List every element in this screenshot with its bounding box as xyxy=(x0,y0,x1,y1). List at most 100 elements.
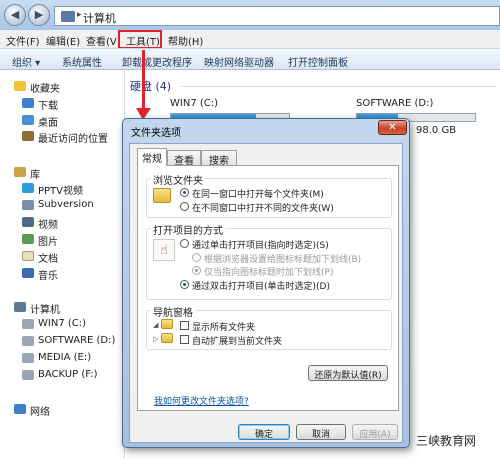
cursor-click-icon: ☝ xyxy=(153,239,175,261)
tab-search[interactable]: 搜索 xyxy=(201,150,237,167)
dialog-body: 常规 查看 搜索 浏览文件夹 在同一窗口中打开每个文件夹(M) 在不同窗口中打开… xyxy=(129,143,403,443)
dialog-title: 文件夹选项 xyxy=(131,128,181,139)
underline-point-radio[interactable] xyxy=(192,266,201,275)
drive-d-icon xyxy=(22,336,34,346)
desktop-icon xyxy=(22,115,34,125)
apply-button[interactable]: 应用(A) xyxy=(352,424,398,440)
menu-bar: 文件(F) 编辑(E) 查看(V) 工具(T) 帮助(H) xyxy=(0,30,500,48)
drive-f-icon xyxy=(22,370,34,380)
favorites-star-icon xyxy=(14,81,26,91)
nav-folder-icon xyxy=(161,319,173,329)
tab-view[interactable]: 查看 xyxy=(167,150,201,167)
music-icon xyxy=(22,268,34,278)
sidebar-pptv-video[interactable]: PPTV视频 xyxy=(38,182,83,197)
show-all-folders-label[interactable]: 显示所有文件夹 xyxy=(192,320,255,333)
computer-icon xyxy=(14,302,26,312)
organize-button[interactable]: 组织 ▾ xyxy=(12,54,40,69)
downloads-icon xyxy=(22,98,34,108)
sidebar-videos[interactable]: 视频 xyxy=(38,216,58,231)
menu-help[interactable]: 帮助(H) xyxy=(168,33,203,48)
map-network-drive-button[interactable]: 映射网络驱动器 xyxy=(204,54,274,69)
new-window-radio[interactable] xyxy=(180,202,189,211)
menu-view[interactable]: 查看(V) xyxy=(86,33,121,48)
nav-subfolder-icon xyxy=(161,333,173,343)
sidebar-drive-c[interactable]: WIN7 (C:) xyxy=(38,318,86,329)
sidebar-network[interactable]: 网络 xyxy=(30,403,50,418)
same-window-label[interactable]: 在同一窗口中打开每个文件夹(M) xyxy=(192,187,324,200)
browse-folders-legend: 浏览文件夹 xyxy=(151,172,205,187)
cancel-button[interactable]: 取消 xyxy=(296,424,346,440)
sidebar-computer[interactable]: 计算机 xyxy=(30,301,60,316)
navigation-pane-legend: 导航窗格 xyxy=(151,304,195,319)
computer-icon xyxy=(61,11,75,22)
breadcrumb-separator: ▸ xyxy=(77,10,82,20)
drive-c-icon xyxy=(22,319,34,329)
subversion-icon xyxy=(22,200,34,210)
auto-expand-checkbox[interactable] xyxy=(180,335,189,344)
single-click-label[interactable]: 通过单击打开项目(指向时选定)(S) xyxy=(192,238,329,251)
videos-icon xyxy=(22,217,34,227)
open-control-panel-button[interactable]: 打开控制面板 xyxy=(288,54,348,69)
general-tab-panel: 浏览文件夹 在同一窗口中打开每个文件夹(M) 在不同窗口中打开不同的文件夹(W)… xyxy=(137,165,399,411)
watermark-text: 三峡教育网 xyxy=(416,434,477,448)
sidebar-documents[interactable]: 文档 xyxy=(38,250,58,265)
restore-defaults-button[interactable]: 还原为默认值(R) xyxy=(308,365,388,381)
open-items-legend: 打开项目的方式 xyxy=(151,222,225,237)
uninstall-program-button[interactable]: 卸载或更改程序 xyxy=(122,54,192,69)
sidebar-libraries[interactable]: 库 xyxy=(30,166,40,181)
menu-file[interactable]: 文件(F) xyxy=(6,33,40,48)
ok-button[interactable]: 确定 xyxy=(238,424,290,440)
annotation-arrow-shaft xyxy=(142,50,145,110)
explorer-titlebar: ◀ ▶ ▸ 计算机 xyxy=(0,0,500,30)
underline-browser-radio[interactable] xyxy=(192,253,201,262)
underline-browser-label[interactable]: 根据浏览器设置给图标标题加下划线(B) xyxy=(204,252,361,265)
forward-button[interactable]: ▶ xyxy=(28,4,50,26)
tools-highlight-box xyxy=(118,30,162,49)
double-click-radio[interactable] xyxy=(180,280,189,289)
show-all-folders-checkbox[interactable] xyxy=(180,321,189,330)
auto-expand-label[interactable]: 自动扩展到当前文件夹 xyxy=(192,334,282,347)
menu-edit[interactable]: 编辑(E) xyxy=(46,33,80,48)
navigation-pane: 收藏夹 下载 桌面 最近访问的位置 库 PPTV视频 Subversion 视频… xyxy=(0,71,125,459)
tree-expand-icon: ▷ xyxy=(153,335,159,343)
drive-d-label[interactable]: SOFTWARE (D:) xyxy=(356,98,433,109)
tab-general[interactable]: 常规 xyxy=(137,148,167,166)
sidebar-drive-e[interactable]: MEDIA (E:) xyxy=(38,352,91,363)
folder-options-dialog: 文件夹选项 ✕ 常规 查看 搜索 浏览文件夹 在同一窗口中打开每个文件夹(M) … xyxy=(122,118,410,448)
new-window-label[interactable]: 在不同窗口中打开不同的文件夹(W) xyxy=(192,201,334,214)
breadcrumb-computer[interactable]: 计算机 xyxy=(83,10,116,26)
documents-icon xyxy=(22,251,34,261)
group-divider xyxy=(180,86,496,87)
same-window-radio[interactable] xyxy=(180,188,189,197)
browse-folders-group: 浏览文件夹 在同一窗口中打开每个文件夹(M) 在不同窗口中打开不同的文件夹(W) xyxy=(146,172,392,218)
sidebar-recent-places[interactable]: 最近访问的位置 xyxy=(38,130,108,145)
tree-collapse-icon: ◢ xyxy=(153,321,159,329)
sidebar-subversion[interactable]: Subversion xyxy=(38,199,94,210)
sidebar-pictures[interactable]: 图片 xyxy=(38,233,58,248)
recent-places-icon xyxy=(22,131,34,141)
dialog-close-button[interactable]: ✕ xyxy=(378,120,407,135)
hard-disks-group-header[interactable]: 硬盘 (4) xyxy=(130,78,171,94)
drive-d-detail: 98.0 GB xyxy=(416,125,457,136)
sidebar-drive-f[interactable]: BACKUP (F:) xyxy=(38,369,97,380)
pptv-video-icon xyxy=(22,183,34,193)
folder-options-help-link[interactable]: 我如何更改文件夹选项? xyxy=(154,394,249,407)
back-button[interactable]: ◀ xyxy=(4,4,26,26)
system-properties-button[interactable]: 系统属性 xyxy=(62,54,102,69)
sidebar-favorites[interactable]: 收藏夹 xyxy=(30,80,60,95)
drive-e-icon xyxy=(22,353,34,363)
open-items-group: 打开项目的方式 ☝ 通过单击打开项目(指向时选定)(S) 根据浏览器设置给图标标… xyxy=(146,222,392,300)
sidebar-music[interactable]: 音乐 xyxy=(38,267,58,282)
single-click-radio[interactable] xyxy=(180,239,189,248)
sidebar-downloads[interactable]: 下载 xyxy=(38,97,58,112)
drive-c-label[interactable]: WIN7 (C:) xyxy=(170,98,218,109)
forward-arrow-icon: ▶ xyxy=(34,8,44,21)
sidebar-drive-d[interactable]: SOFTWARE (D:) xyxy=(38,335,115,346)
navigation-pane-group: 导航窗格 ◢ ▷ 显示所有文件夹 自动扩展到当前文件夹 xyxy=(146,304,392,350)
address-bar[interactable]: ▸ 计算机 xyxy=(54,6,500,26)
double-click-label[interactable]: 通过双击打开项目(单击时选定)(D) xyxy=(192,279,330,292)
underline-point-label[interactable]: 仅当指向图标标题时加下划线(P) xyxy=(204,265,333,278)
command-toolbar: 组织 ▾ 系统属性 卸载或更改程序 映射网络驱动器 打开控制面板 xyxy=(0,48,500,70)
folder-icon xyxy=(153,188,171,203)
sidebar-desktop[interactable]: 桌面 xyxy=(38,114,58,129)
